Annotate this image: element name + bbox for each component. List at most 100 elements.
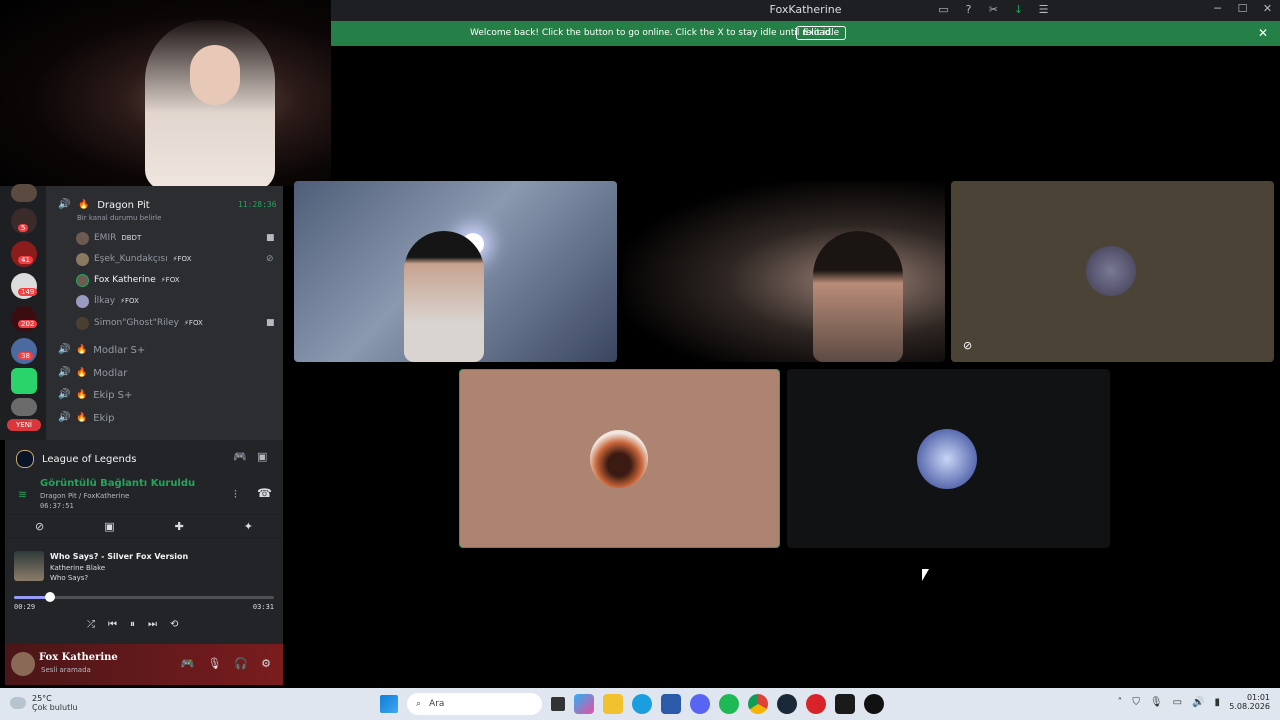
taskbar-clock[interactable]: 01:01 5.08.2026 xyxy=(1229,693,1270,711)
copilot-icon[interactable] xyxy=(574,694,594,714)
repeat-icon[interactable]: ⟲ xyxy=(170,619,178,630)
steam-icon[interactable] xyxy=(777,694,797,714)
weather-temperature: 25°C xyxy=(32,694,52,703)
spotify-icon[interactable] xyxy=(719,694,739,714)
video-tile[interactable] xyxy=(623,181,945,362)
connection-status[interactable]: Görüntülü Bağlantı Kuruldu xyxy=(40,478,195,489)
window-title: FoxKatherine xyxy=(769,3,842,16)
channel-list: 🔊 🔥 Dragon Pit 11:28:36 Bir kanal durumu… xyxy=(46,186,283,440)
exit-idle-button[interactable]: Exit idle xyxy=(796,26,847,40)
task-view-icon[interactable] xyxy=(551,697,565,711)
track-progress-knob[interactable] xyxy=(44,592,55,602)
volume-icon[interactable]: 🔊 xyxy=(1192,697,1204,708)
banner-close-icon[interactable]: ✕ xyxy=(1258,26,1268,40)
tools-icon[interactable]: ✂ xyxy=(987,3,1000,16)
channel-timer: 11:28:36 xyxy=(238,200,277,209)
microphone-tray-icon[interactable]: 🎙 xyxy=(1150,697,1163,708)
weather-condition: Çok bulutlu xyxy=(32,703,78,712)
next-icon[interactable]: ⏭ xyxy=(148,619,157,630)
voice-member[interactable]: İlkay ⚡FOX xyxy=(76,292,139,310)
track-artist: Katherine Blake xyxy=(50,564,106,572)
game-controller-icon[interactable]: 🎮 xyxy=(181,657,195,670)
microphone-icon[interactable]: 🎙 xyxy=(207,657,221,670)
voice-channel[interactable]: 🔊 🔥 Modlar xyxy=(58,364,127,382)
voice-member[interactable]: Fox Katherine ⚡FOX xyxy=(76,271,180,289)
share-screen-icon[interactable]: ▣ xyxy=(104,520,114,533)
headphones-icon[interactable]: 🎧 xyxy=(234,657,248,670)
user-bar: Fox Katherine Sesli aramada 🎮 🎙 🎧 ⚙ xyxy=(5,644,283,685)
participant-avatar xyxy=(1086,246,1136,296)
voice-channel[interactable]: 🔊 🔥 Ekip xyxy=(58,409,114,427)
server-icon[interactable] xyxy=(11,398,37,416)
pause-icon[interactable]: ⏸ xyxy=(130,619,135,630)
file-explorer-icon[interactable] xyxy=(603,694,623,714)
avatar-tile[interactable] xyxy=(787,369,1110,548)
network-icon[interactable]: ▭ xyxy=(1173,697,1182,708)
security-icon[interactable]: ⛉ xyxy=(1132,697,1140,708)
server-icon[interactable] xyxy=(11,338,37,364)
people-icon[interactable]: ☰ xyxy=(1037,3,1050,16)
inbox-icon[interactable]: ▭ xyxy=(937,3,950,16)
store-icon[interactable] xyxy=(661,694,681,714)
close-button[interactable]: ✕ xyxy=(1255,2,1280,15)
avatar-tile[interactable]: ⊘ xyxy=(951,181,1274,362)
system-tray: ˄ ⛉ 🎙 ▭ 🔊 ▮ xyxy=(1117,697,1220,708)
settings-gear-icon[interactable]: ⚙ xyxy=(261,657,271,670)
voice-channel[interactable]: 🔊 🔥 Ekip S+ xyxy=(58,386,132,404)
app-dark-icon[interactable] xyxy=(864,694,884,714)
league-client-icon[interactable] xyxy=(835,694,855,714)
voice-member[interactable]: Simon"Ghost"Riley ⚡FOX xyxy=(76,314,203,332)
chrome-icon[interactable] xyxy=(748,694,768,714)
voice-member[interactable]: Eşek_Kundakçısı ⚡FOX xyxy=(76,250,191,268)
voice-channel-name: Dragon Pit xyxy=(97,199,150,211)
disconnect-icon[interactable]: ☎ xyxy=(257,486,272,500)
maximize-button[interactable]: ☐ xyxy=(1230,2,1255,15)
member-name: Fox Katherine xyxy=(94,275,156,285)
new-badge[interactable]: YENİ xyxy=(7,419,41,431)
edge-icon[interactable] xyxy=(632,694,652,714)
speaking-avatar-tile[interactable] xyxy=(459,369,780,548)
minimize-button[interactable]: ─ xyxy=(1205,2,1230,15)
member-tag: DBDT xyxy=(121,234,142,242)
track-title: Who Says? - Silver Fox Version xyxy=(50,552,189,561)
playback-controls: ⤮ ⏮ ⏸ ⏭ ⟲ xyxy=(87,619,178,630)
server-badge: 149 xyxy=(18,288,38,296)
gamepad-icon[interactable]: 🎮 xyxy=(233,450,247,463)
connection-location: Dragon Pit / FoxKatherine xyxy=(40,492,130,500)
chevron-up-icon[interactable]: ˄ xyxy=(1117,697,1122,708)
avatar xyxy=(76,273,89,287)
weather-widget[interactable]: 25°C Çok bulutlu xyxy=(10,694,78,712)
download-icon[interactable]: ↓ xyxy=(1012,3,1025,16)
server-icon[interactable] xyxy=(11,306,37,332)
user-avatar[interactable] xyxy=(11,652,35,676)
soundboard-icon[interactable]: ✦ xyxy=(244,520,253,533)
window-titlebar: FoxKatherine ▭ ? ✂ ↓ ☰ ─ ☐ ✕ xyxy=(331,0,1280,21)
voice-action-bar: ⊘ ▣ ✚ ✦ xyxy=(5,514,283,538)
channel-status-hint[interactable]: Bir kanal durumu belirle xyxy=(77,214,161,222)
help-icon[interactable]: ? xyxy=(962,3,975,16)
member-tag: ⚡FOX xyxy=(172,255,192,263)
video-tile[interactable] xyxy=(294,181,617,362)
screen-share-icon[interactable]: ▣ xyxy=(257,450,267,463)
voice-channel[interactable]: 🔊 🔥 Modlar S+ xyxy=(58,341,145,359)
camera-off-icon[interactable]: ⊘ xyxy=(35,520,44,533)
windows-start-icon[interactable] xyxy=(380,695,398,713)
server-icon[interactable] xyxy=(11,368,37,394)
app-red-icon[interactable] xyxy=(806,694,826,714)
voice-waveform-icon[interactable]: ⫶ xyxy=(234,488,237,502)
clock-time: 01:01 xyxy=(1246,693,1270,702)
shuffle-icon[interactable]: ⤮ xyxy=(87,619,95,630)
voice-channel-dragon-pit[interactable]: 🔊 🔥 Dragon Pit xyxy=(58,196,150,214)
muted-mic-icon: ⊘ xyxy=(266,254,274,264)
voice-member[interactable]: EMIR DBDT xyxy=(76,229,141,247)
taskbar-search[interactable]: ⌕ Ara xyxy=(407,693,542,715)
muted-mic-icon: ⊘ xyxy=(963,339,973,352)
discord-icon[interactable] xyxy=(690,694,710,714)
battery-icon[interactable]: ▮ xyxy=(1214,697,1220,708)
activities-icon[interactable]: ✚ xyxy=(175,520,184,533)
member-tag: ⚡FOX xyxy=(184,319,203,327)
previous-icon[interactable]: ⏮ xyxy=(108,619,117,630)
avatar xyxy=(76,231,89,245)
track-progress[interactable] xyxy=(14,592,274,602)
server-icon[interactable] xyxy=(11,184,37,202)
